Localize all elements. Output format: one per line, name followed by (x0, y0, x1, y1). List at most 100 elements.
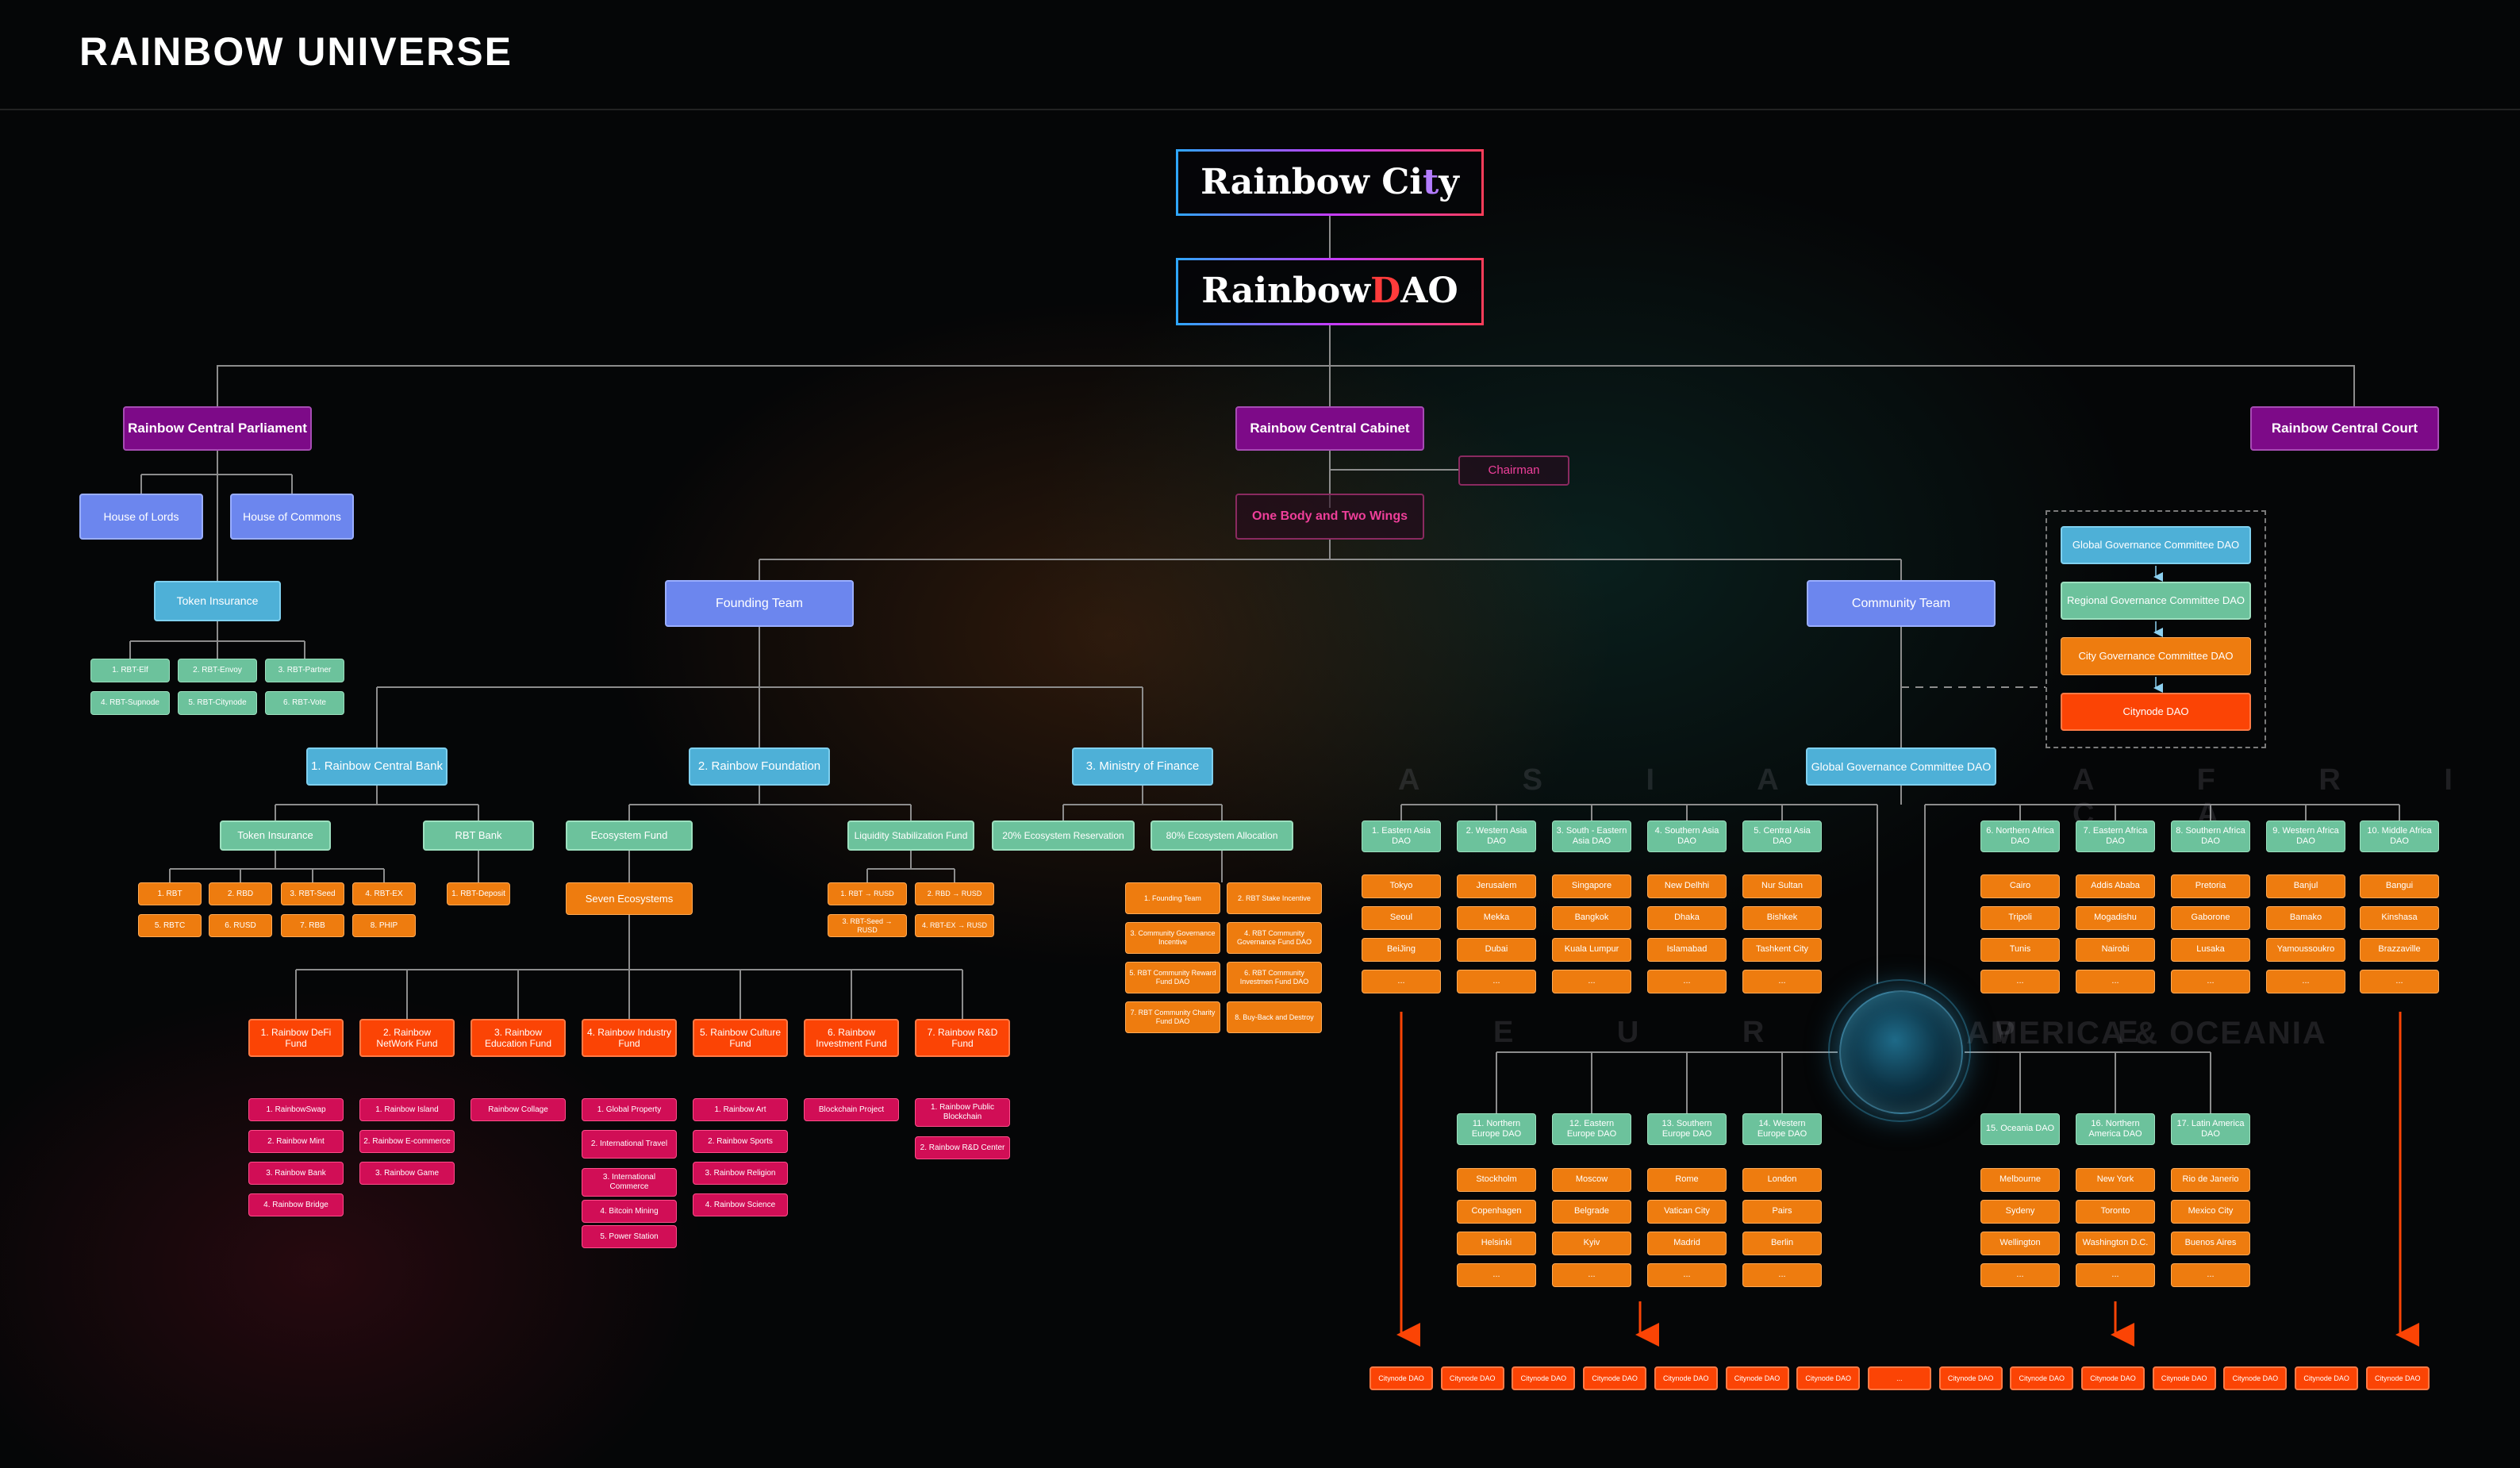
city-node[interactable]: ... (1457, 970, 1536, 993)
city-node[interactable]: ... (2171, 1263, 2250, 1287)
city-node[interactable]: Dhaka (1647, 906, 1727, 930)
citynode-item[interactable]: Citynode DAO (2152, 1366, 2216, 1390)
city-node[interactable]: BeiJing (1362, 938, 1441, 962)
citynode-item[interactable]: Citynode DAO (2295, 1366, 2359, 1390)
liquidity-stabilization-fund-node[interactable]: Liquidity Stabilization Fund (847, 820, 974, 851)
city-node[interactable]: ... (1742, 1263, 1822, 1287)
citynode-item[interactable]: Citynode DAO (2365, 1366, 2430, 1390)
fund-item[interactable]: 2. International Travel (582, 1130, 677, 1159)
city-node[interactable]: London (1742, 1168, 1822, 1192)
city-node[interactable]: Islamabad (1647, 938, 1727, 962)
city-node[interactable]: Seoul (1362, 906, 1441, 930)
city-node[interactable]: Berlin (1742, 1232, 1822, 1255)
regional-dao-node[interactable]: 6. Northern Africa DAO (1980, 820, 2060, 852)
city-node[interactable]: Singapore (1552, 874, 1631, 898)
regional-dao-node[interactable]: 15. Oceania DAO (1980, 1113, 2060, 1145)
city-node[interactable]: Mexico City (2171, 1200, 2250, 1224)
bank-token-insurance-node[interactable]: Token Insurance (220, 820, 331, 851)
city-node[interactable]: Nur Sultan (1742, 874, 1822, 898)
citynode-item[interactable]: Citynode DAO (1654, 1366, 1718, 1390)
ecosystem-fund-node[interactable]: Ecosystem Fund (566, 820, 693, 851)
central-bank-node[interactable]: 1. Rainbow Central Bank (306, 747, 448, 786)
regional-dao-node[interactable]: 10. Middle Africa DAO (2360, 820, 2439, 852)
regional-dao-node[interactable]: 7. Eastern Africa DAO (2076, 820, 2155, 852)
global-governance-committee-node[interactable]: Global Governance Committee DAO (2061, 526, 2251, 564)
fund-item[interactable]: 3. International Commerce (582, 1168, 677, 1197)
fund-item[interactable]: 1. Rainbow Art (693, 1098, 788, 1121)
city-node[interactable]: Copenhagen (1457, 1200, 1536, 1224)
parliament-token-item[interactable]: 3. RBT-Partner (265, 659, 344, 682)
citynode-item[interactable]: Citynode DAO (1938, 1366, 2003, 1390)
citynode-item[interactable]: Citynode DAO (1725, 1366, 1789, 1390)
city-node[interactable]: Washington D.C. (2076, 1232, 2155, 1255)
city-node[interactable]: Tripoli (1980, 906, 2060, 930)
liquidity-pair-item[interactable]: 3. RBT-Seed → RUSD (828, 914, 907, 937)
allocation-item[interactable]: 7. RBT Community Charity Fund DAO (1125, 1001, 1220, 1033)
fund-node[interactable]: 5. Rainbow Culture Fund (693, 1019, 788, 1057)
city-node[interactable]: ... (1980, 1263, 2060, 1287)
bank-token-item[interactable]: 1. RBT (138, 882, 202, 905)
fund-item[interactable]: 1. Global Property (582, 1098, 677, 1121)
fund-node[interactable]: 7. Rainbow R&D Fund (915, 1019, 1010, 1057)
seven-ecosystems-node[interactable]: Seven Ecosystems (566, 882, 693, 915)
parliament-token-item[interactable]: 4. RBT-Supnode (90, 691, 170, 715)
parliament-token-item[interactable]: 1. RBT-Elf (90, 659, 170, 682)
citynode-item[interactable]: Citynode DAO (2010, 1366, 2074, 1390)
bank-token-item[interactable]: 6. RUSD (209, 914, 272, 937)
central-parliament-node[interactable]: Rainbow Central Parliament (123, 406, 312, 451)
city-node[interactable]: Tokyo (1362, 874, 1441, 898)
rbt-deposit-node[interactable]: 1. RBT-Deposit (447, 882, 510, 905)
city-node[interactable]: Pretoria (2171, 874, 2250, 898)
city-node[interactable]: ... (1362, 970, 1441, 993)
allocation-item[interactable]: 8. Buy-Back and Destroy (1227, 1001, 1322, 1033)
citynode-item[interactable]: Citynode DAO (1369, 1366, 1433, 1390)
parliament-token-insurance-node[interactable]: Token Insurance (154, 581, 281, 621)
city-node[interactable]: Cairo (1980, 874, 2060, 898)
chairman-node[interactable]: Chairman (1458, 455, 1569, 486)
ministry-of-finance-node[interactable]: 3. Ministry of Finance (1072, 747, 1213, 786)
city-node[interactable]: Madrid (1647, 1232, 1727, 1255)
rainbow-foundation-node[interactable]: 2. Rainbow Foundation (689, 747, 830, 786)
community-global-governance-node[interactable]: Global Governance Committee DAO (1806, 747, 1996, 786)
city-node[interactable]: Tashkent City (1742, 938, 1822, 962)
fund-item[interactable]: 2. Rainbow R&D Center (915, 1136, 1010, 1159)
regional-dao-node[interactable]: 5. Central Asia DAO (1742, 820, 1822, 852)
city-node[interactable]: Nairobi (2076, 938, 2155, 962)
city-node[interactable]: Toronto (2076, 1200, 2155, 1224)
city-node[interactable]: Tunis (1980, 938, 2060, 962)
city-node[interactable]: Helsinki (1457, 1232, 1536, 1255)
city-node[interactable]: Bamako (2266, 906, 2345, 930)
bank-token-item[interactable]: 8. PHIP (352, 914, 416, 937)
central-court-node[interactable]: Rainbow Central Court (2250, 406, 2439, 451)
fund-node[interactable]: 2. Rainbow NetWork Fund (359, 1019, 455, 1057)
city-node[interactable]: ... (1552, 1263, 1631, 1287)
fund-item[interactable]: 1. Rainbow Island (359, 1098, 455, 1121)
fund-node[interactable]: 6. Rainbow Investment Fund (804, 1019, 899, 1057)
fund-item[interactable]: 3. Rainbow Game (359, 1162, 455, 1185)
bank-token-item[interactable]: 5. RBTC (138, 914, 202, 937)
city-node[interactable]: Lusaka (2171, 938, 2250, 962)
regional-dao-node[interactable]: 17. Latin America DAO (2171, 1113, 2250, 1145)
city-node[interactable]: Sydeny (1980, 1200, 2060, 1224)
city-node[interactable]: Mekka (1457, 906, 1536, 930)
citynode-item[interactable]: Citynode DAO (1583, 1366, 1647, 1390)
fund-item[interactable]: 1. Rainbow Public Blockchain (915, 1098, 1010, 1127)
city-node[interactable]: Belgrade (1552, 1200, 1631, 1224)
city-node[interactable]: ... (2171, 970, 2250, 993)
fund-item[interactable]: 1. RainbowSwap (248, 1098, 344, 1121)
fund-node[interactable]: 4. Rainbow Industry Fund (582, 1019, 677, 1057)
city-node[interactable]: Melbourne (1980, 1168, 2060, 1192)
city-node[interactable]: Dubai (1457, 938, 1536, 962)
city-node[interactable]: Moscow (1552, 1168, 1631, 1192)
fund-item[interactable]: 4. Bitcoin Mining (582, 1200, 677, 1223)
regional-dao-node[interactable]: 13. Southern Europe DAO (1647, 1113, 1727, 1145)
city-node[interactable]: Yamoussoukro (2266, 938, 2345, 962)
city-node[interactable]: Bangkok (1552, 906, 1631, 930)
allocation-item[interactable]: 1. Founding Team (1125, 882, 1220, 914)
fund-item[interactable]: 3. Rainbow Religion (693, 1162, 788, 1185)
regional-dao-node[interactable]: 14. Western Europe DAO (1742, 1113, 1822, 1145)
city-node[interactable]: ... (1647, 1263, 1727, 1287)
city-node[interactable]: ... (1742, 970, 1822, 993)
citynode-item[interactable]: ... (1867, 1366, 1931, 1390)
parliament-token-item[interactable]: 6. RBT-Vote (265, 691, 344, 715)
